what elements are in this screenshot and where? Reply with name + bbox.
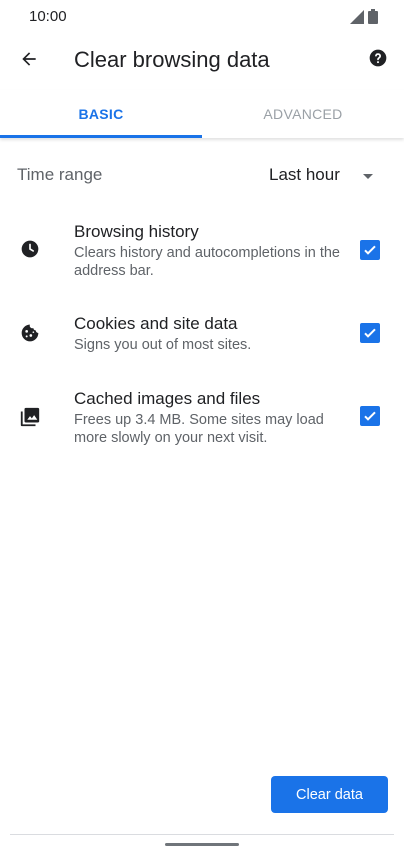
cached-images-checkbox[interactable] xyxy=(360,406,380,426)
page-title: Clear browsing data xyxy=(74,47,270,72)
clear-data-button[interactable]: Clear data xyxy=(271,776,388,813)
tab-advanced[interactable]: ADVANCED xyxy=(202,90,404,138)
option-description: Signs you out of most sites. xyxy=(74,337,252,353)
bottom-divider xyxy=(10,834,394,835)
tab-indicator xyxy=(0,135,202,138)
tab-basic[interactable]: BASIC xyxy=(0,90,202,138)
arrow-back-icon xyxy=(19,49,39,74)
back-button[interactable] xyxy=(14,46,44,76)
option-description: Frees up 3.4 MB. Some sites may load mor… xyxy=(74,412,324,446)
image-icon xyxy=(18,405,42,429)
time-range-dropdown[interactable]: Last hour xyxy=(269,165,340,185)
clock-icon xyxy=(18,237,42,261)
dropdown-arrow-icon[interactable] xyxy=(362,168,374,186)
help-button[interactable] xyxy=(366,48,390,72)
help-icon xyxy=(368,48,388,73)
cookies-checkbox[interactable] xyxy=(360,323,380,343)
signal-icon xyxy=(350,9,364,29)
option-cached-images[interactable]: Cached images and files Frees up 3.4 MB.… xyxy=(0,387,404,449)
time-range-label: Time range xyxy=(17,165,103,184)
app-bar: Clear browsing data xyxy=(0,34,404,90)
status-time: 10:00 xyxy=(29,8,67,25)
battery-icon xyxy=(368,9,378,29)
option-title: Cached images and files xyxy=(74,389,261,408)
time-range-row[interactable]: Time range Last hour xyxy=(0,152,404,196)
option-browsing-history[interactable]: Browsing history Clears history and auto… xyxy=(0,220,404,282)
browsing-history-checkbox[interactable] xyxy=(360,240,380,260)
status-icons xyxy=(350,9,378,29)
option-cookies[interactable]: Cookies and site data Signs you out of m… xyxy=(0,312,404,356)
cookie-icon xyxy=(18,321,42,345)
home-indicator[interactable] xyxy=(165,843,239,846)
option-title: Browsing history xyxy=(74,222,199,241)
status-bar: 10:00 xyxy=(0,0,404,34)
tab-bar: BASIC ADVANCED xyxy=(0,90,404,138)
option-title: Cookies and site data xyxy=(74,314,238,333)
option-description: Clears history and autocompletions in th… xyxy=(74,245,340,279)
